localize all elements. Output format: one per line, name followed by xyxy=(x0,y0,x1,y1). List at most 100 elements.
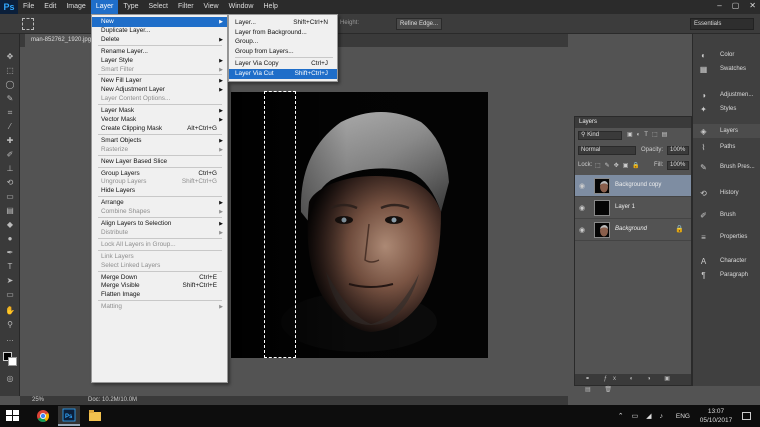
blend-mode-select[interactable]: Normal xyxy=(578,146,636,155)
opacity-input[interactable]: 100% xyxy=(667,146,689,155)
layers-panel-footer[interactable]: ⚭ ƒx ◐ ◑ ▣ ▤ 🗑 xyxy=(575,374,691,393)
side-panel-styles[interactable]: ✦ Styles xyxy=(693,102,760,116)
menu-help[interactable]: Help xyxy=(259,0,283,14)
path-select-tool-icon[interactable]: ➤ xyxy=(3,276,17,286)
menu-type[interactable]: Type xyxy=(118,0,143,14)
side-panel-paragraph[interactable]: ¶ Paragraph xyxy=(693,268,760,282)
healing-tool-icon[interactable]: ✚ xyxy=(3,136,17,146)
quick-mask-icon[interactable]: ◎ xyxy=(3,374,17,384)
character-icon: A xyxy=(700,257,707,266)
windows-start-icon[interactable] xyxy=(6,410,19,422)
layer-filter-icons[interactable]: ▣◐T⬚▤ xyxy=(627,131,671,141)
history-brush-tool-icon[interactable]: ⟲ xyxy=(3,178,17,188)
tray-icons[interactable]: ⌃ ▭ ◢ ♪ xyxy=(618,412,666,420)
new-submenu-item-group[interactable]: Group... xyxy=(229,37,337,47)
shape-tool-icon[interactable]: ▭ xyxy=(3,290,17,300)
dodge-tool-icon[interactable]: ● xyxy=(3,234,17,244)
lock-icon[interactable]: 🔒 xyxy=(675,225,684,233)
zoom-tool-icon[interactable]: ⚲ xyxy=(3,320,17,330)
layer-menu-item-delete[interactable]: Delete ▶ xyxy=(92,35,227,45)
visibility-eye-icon[interactable]: ◉ xyxy=(579,204,585,212)
pen-tool-icon[interactable]: ✒ xyxy=(3,248,17,258)
blur-tool-icon[interactable]: ◆ xyxy=(3,220,17,230)
clone-stamp-tool-icon[interactable]: ⊥ xyxy=(3,164,17,174)
workspace-select[interactable]: Essentials xyxy=(690,18,754,30)
notifications-icon[interactable] xyxy=(742,412,751,420)
menu-window[interactable]: Window xyxy=(224,0,259,14)
brush-presets-icon: ✎ xyxy=(700,163,707,172)
crop-tool-icon[interactable]: ⌗ xyxy=(3,108,17,118)
layer-menu-item-hide-layers[interactable]: Hide Layers xyxy=(92,186,227,196)
layer-filter-select[interactable]: ⚲ Kind xyxy=(578,131,622,140)
layer-row-background[interactable]: ◉ Background 🔒 xyxy=(575,219,691,241)
menu-image[interactable]: Image xyxy=(61,0,90,14)
chrome-taskbar-icon[interactable] xyxy=(32,406,54,426)
new-submenu-item-layer[interactable]: Layer... Shift+Ctrl+N xyxy=(229,18,337,28)
layer-name[interactable]: Background copy xyxy=(615,182,661,188)
type-tool-icon[interactable]: T xyxy=(3,262,17,272)
refine-edge-button[interactable]: Refine Edge... xyxy=(396,18,442,30)
new-submenu-item-layer-from-background[interactable]: Layer from Background... xyxy=(229,28,337,38)
lock-icons[interactable]: ⬚✎✥▣🔒 xyxy=(595,162,644,172)
fill-input[interactable]: 100% xyxy=(667,161,689,170)
background-color-swatch[interactable] xyxy=(8,357,17,366)
menu-item-label: Rasterize xyxy=(101,145,128,153)
new-submenu-item-group-from-layers[interactable]: Group from Layers... xyxy=(229,47,337,57)
gradient-tool-icon[interactable]: ▤ xyxy=(3,206,17,216)
side-panel-swatches[interactable]: ▦ Swatches xyxy=(693,62,760,76)
side-panel-character[interactable]: A Character xyxy=(693,254,760,268)
new-submenu-item-layer-via-cut[interactable]: Layer Via Cut Shift+Ctrl+J xyxy=(229,69,337,79)
side-panel-paths[interactable]: ⌇ Paths xyxy=(693,140,760,154)
menu-separator xyxy=(98,196,222,198)
menu-edit[interactable]: Edit xyxy=(39,0,61,14)
eyedropper-tool-icon[interactable]: ⁄ xyxy=(3,122,17,132)
minimize-icon[interactable]: – xyxy=(717,1,721,10)
side-panel-label: Properties xyxy=(720,234,748,240)
side-panel-brush[interactable]: ✐ Brush xyxy=(693,208,760,222)
clock-date[interactable]: 05/10/2017 xyxy=(696,417,736,424)
menu-select[interactable]: Select xyxy=(144,0,173,14)
layer-name[interactable]: Layer 1 xyxy=(615,204,635,210)
document-tab[interactable]: man-852762_1920.jpg xyxy=(25,34,98,47)
marquee-tool-icon[interactable]: ⬚ xyxy=(3,66,17,76)
eraser-tool-icon[interactable]: ▭ xyxy=(3,192,17,202)
side-panel-adjustmen[interactable]: ◑ Adjustmen... xyxy=(693,88,760,102)
menu-filter[interactable]: Filter xyxy=(173,0,199,14)
side-panel-label: Brush Pres... xyxy=(720,164,755,170)
new-submenu-item-layer-via-copy[interactable]: Layer Via Copy Ctrl+J xyxy=(229,59,337,69)
submenu-arrow-icon: ▶ xyxy=(219,229,223,236)
brush-tool-icon[interactable]: ✐ xyxy=(3,150,17,160)
lasso-tool-icon[interactable]: ◯ xyxy=(3,80,17,90)
language-indicator[interactable]: ENG xyxy=(676,413,690,420)
layer-menu-item-flatten-image[interactable]: Flatten Image xyxy=(92,290,227,300)
layer-menu-item-rasterize: Rasterize ▶ xyxy=(92,145,227,155)
layer-row-background-copy[interactable]: ◉ Background copy xyxy=(575,175,691,197)
more-tools-icon[interactable]: … xyxy=(3,334,17,344)
file-explorer-taskbar-icon[interactable] xyxy=(84,406,106,426)
layer-row-layer-1[interactable]: ◉ Layer 1 xyxy=(575,197,691,219)
zoom-level[interactable]: 25% xyxy=(32,396,44,405)
close-icon[interactable]: ✕ xyxy=(749,1,756,10)
layer-menu-item-create-clipping-mask[interactable]: Create Clipping Mask Alt+Ctrl+G xyxy=(92,124,227,134)
marquee-selection[interactable] xyxy=(264,91,296,358)
menu-file[interactable]: File xyxy=(18,0,39,14)
side-panel-brush-pres[interactable]: ✎ Brush Pres... xyxy=(693,160,760,174)
maximize-icon[interactable]: ▢ xyxy=(732,1,740,10)
side-panel-properties[interactable]: ≡ Properties xyxy=(693,230,760,244)
menu-separator xyxy=(235,57,333,59)
menu-layer[interactable]: Layer xyxy=(90,0,119,14)
layer-name[interactable]: Background xyxy=(615,226,647,232)
marquee-tool-preset-icon[interactable] xyxy=(22,18,34,30)
visibility-eye-icon[interactable]: ◉ xyxy=(579,226,585,234)
side-panel-layers[interactable]: ◈ Layers xyxy=(693,124,760,138)
visibility-eye-icon[interactable]: ◉ xyxy=(579,182,585,190)
move-tool-icon[interactable]: ✥ xyxy=(3,52,17,62)
menu-view[interactable]: View xyxy=(199,0,224,14)
photoshop-taskbar-icon[interactable]: Ps xyxy=(58,406,80,426)
side-panel-color[interactable]: ◐ Color xyxy=(693,48,760,62)
hand-tool-icon[interactable]: ✋ xyxy=(3,306,17,316)
side-panel-history[interactable]: ⟲ History xyxy=(693,186,760,200)
quick-select-tool-icon[interactable]: ✎ xyxy=(3,94,17,104)
clock-time[interactable]: 13:07 xyxy=(696,408,736,415)
layer-menu-item-new-layer-based-slice[interactable]: New Layer Based Slice xyxy=(92,157,227,167)
